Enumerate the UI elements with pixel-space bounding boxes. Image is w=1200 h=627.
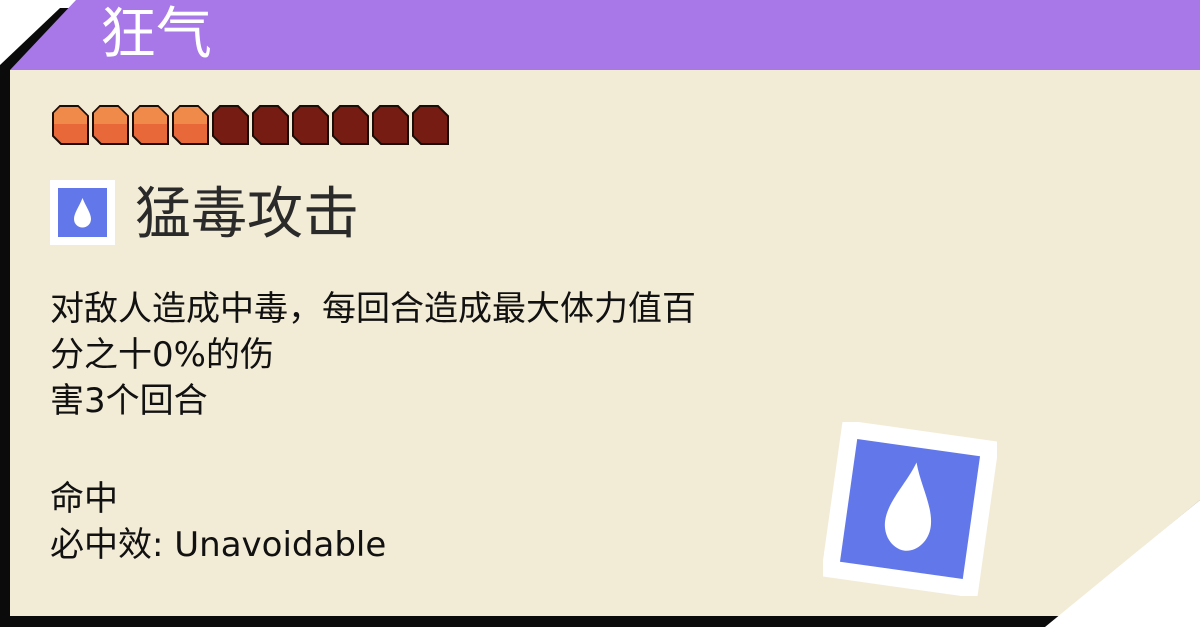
cost-pip-empty: [212, 105, 249, 145]
cost-pip-empty: [292, 105, 329, 145]
big-water-drop-badge: [823, 422, 997, 596]
meta-line-1: 命中: [50, 479, 118, 519]
cost-pip-filled: [52, 105, 89, 145]
cost-pip-filled: [92, 105, 129, 145]
skill-description: 对敌人造成中毒，每回合造成最大体力值百分之十0%的伤 害3个回合: [50, 286, 710, 424]
cost-pip-empty: [372, 105, 409, 145]
cost-pips: [52, 105, 450, 145]
cost-pip-empty: [412, 105, 449, 145]
cost-pip-empty: [332, 105, 369, 145]
meta-line-2: 必中效: Unavoidable: [50, 525, 387, 565]
cost-pip-filled: [132, 105, 169, 145]
water-drop-icon: [74, 198, 91, 228]
skill-type-icon: [50, 180, 115, 245]
card-title: 狂气: [100, 2, 212, 67]
description-line-2: 害3个回合: [50, 381, 208, 421]
cost-pip-empty: [252, 105, 289, 145]
skill-name: 猛毒攻击: [135, 182, 359, 247]
skill-meta: 命中 必中效: Unavoidable: [50, 476, 386, 568]
description-line-1: 对敌人造成中毒，每回合造成最大体力值百分之十0%的伤: [50, 289, 696, 375]
cost-pip-filled: [172, 105, 209, 145]
